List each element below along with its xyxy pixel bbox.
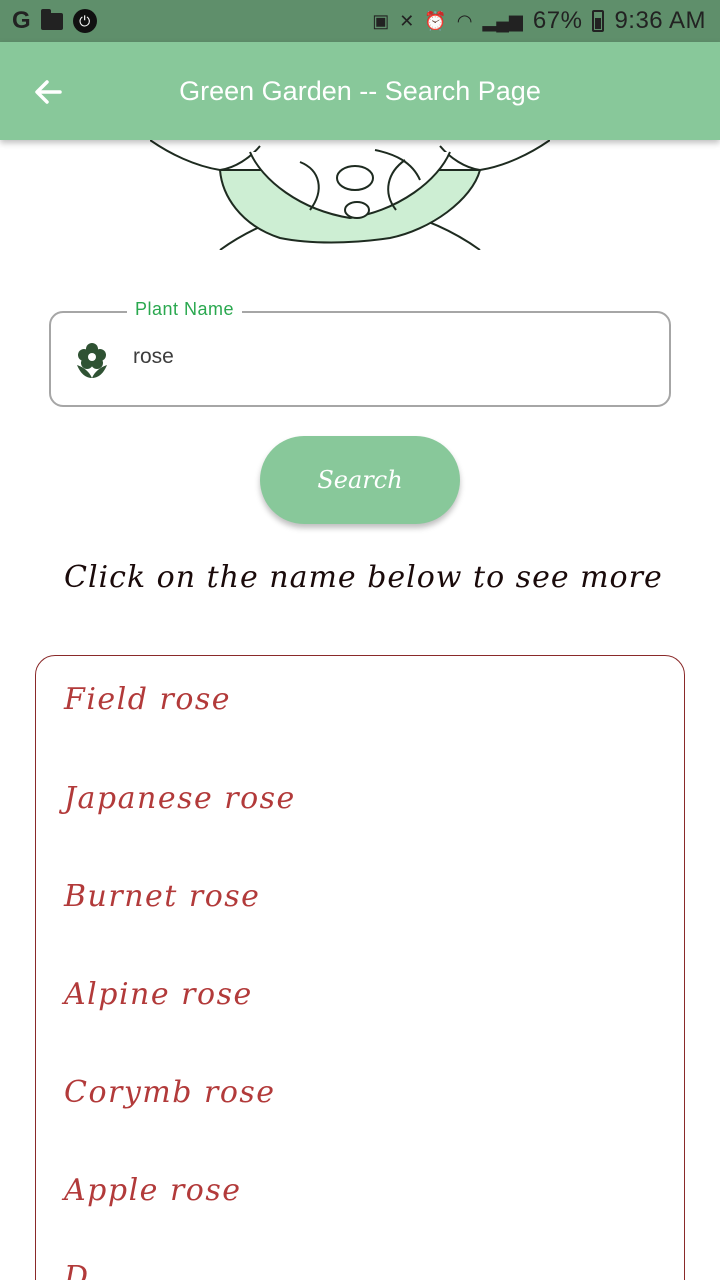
result-item-alpine-rose[interactable]: Alpine rose xyxy=(64,977,253,1012)
flower-icon xyxy=(77,343,107,378)
result-item-apple-rose[interactable]: Apple rose xyxy=(64,1173,242,1208)
page-title: Green Garden -- Search Page xyxy=(179,75,541,106)
result-item-japanese-rose[interactable]: Japanese rose xyxy=(64,781,296,816)
power-icon: ⏻ xyxy=(72,9,97,33)
result-item-burnet-rose[interactable]: Burnet rose xyxy=(64,879,260,914)
status-right-icons: ▣ ✕ ⏰ ◠ ▂▄▆ 67% 9:36 AM xyxy=(372,7,706,35)
instruction-text: Click on the name below to see more xyxy=(64,560,663,595)
result-item-field-rose[interactable]: Field rose xyxy=(64,682,231,717)
folder-icon xyxy=(40,8,63,30)
status-bar: G ⏻ ▣ ✕ ⏰ ◠ ▂▄▆ 67% 9:36 AM xyxy=(0,0,720,42)
wifi-icon: ◠ xyxy=(456,10,473,31)
plant-name-input-value[interactable]: rose xyxy=(133,345,174,369)
results-list: Field rose Japanese rose Burnet rose Alp… xyxy=(35,655,685,1280)
plant-name-field[interactable]: Plant Name rose xyxy=(49,299,671,407)
hands-holding-plant-illustration xyxy=(150,140,550,250)
google-icon: G xyxy=(12,7,31,34)
status-left-icons: G ⏻ xyxy=(12,7,97,35)
battery-saver-icon: ▣ xyxy=(372,10,390,31)
plant-name-label: Plant Name xyxy=(127,299,243,320)
mute-icon: ✕ xyxy=(399,10,415,31)
clock: 9:36 AM xyxy=(614,7,706,34)
signal-icon: ▂▄▆ xyxy=(482,10,523,31)
result-item-partial[interactable]: D xyxy=(64,1260,90,1280)
app-bar: Green Garden -- Search Page xyxy=(0,42,720,140)
search-button[interactable]: Search xyxy=(260,436,460,524)
battery-icon xyxy=(592,10,605,32)
result-item-corymb-rose[interactable]: Corymb rose xyxy=(64,1075,276,1110)
alarm-icon: ⏰ xyxy=(424,10,447,31)
battery-percent: 67% xyxy=(532,7,583,34)
